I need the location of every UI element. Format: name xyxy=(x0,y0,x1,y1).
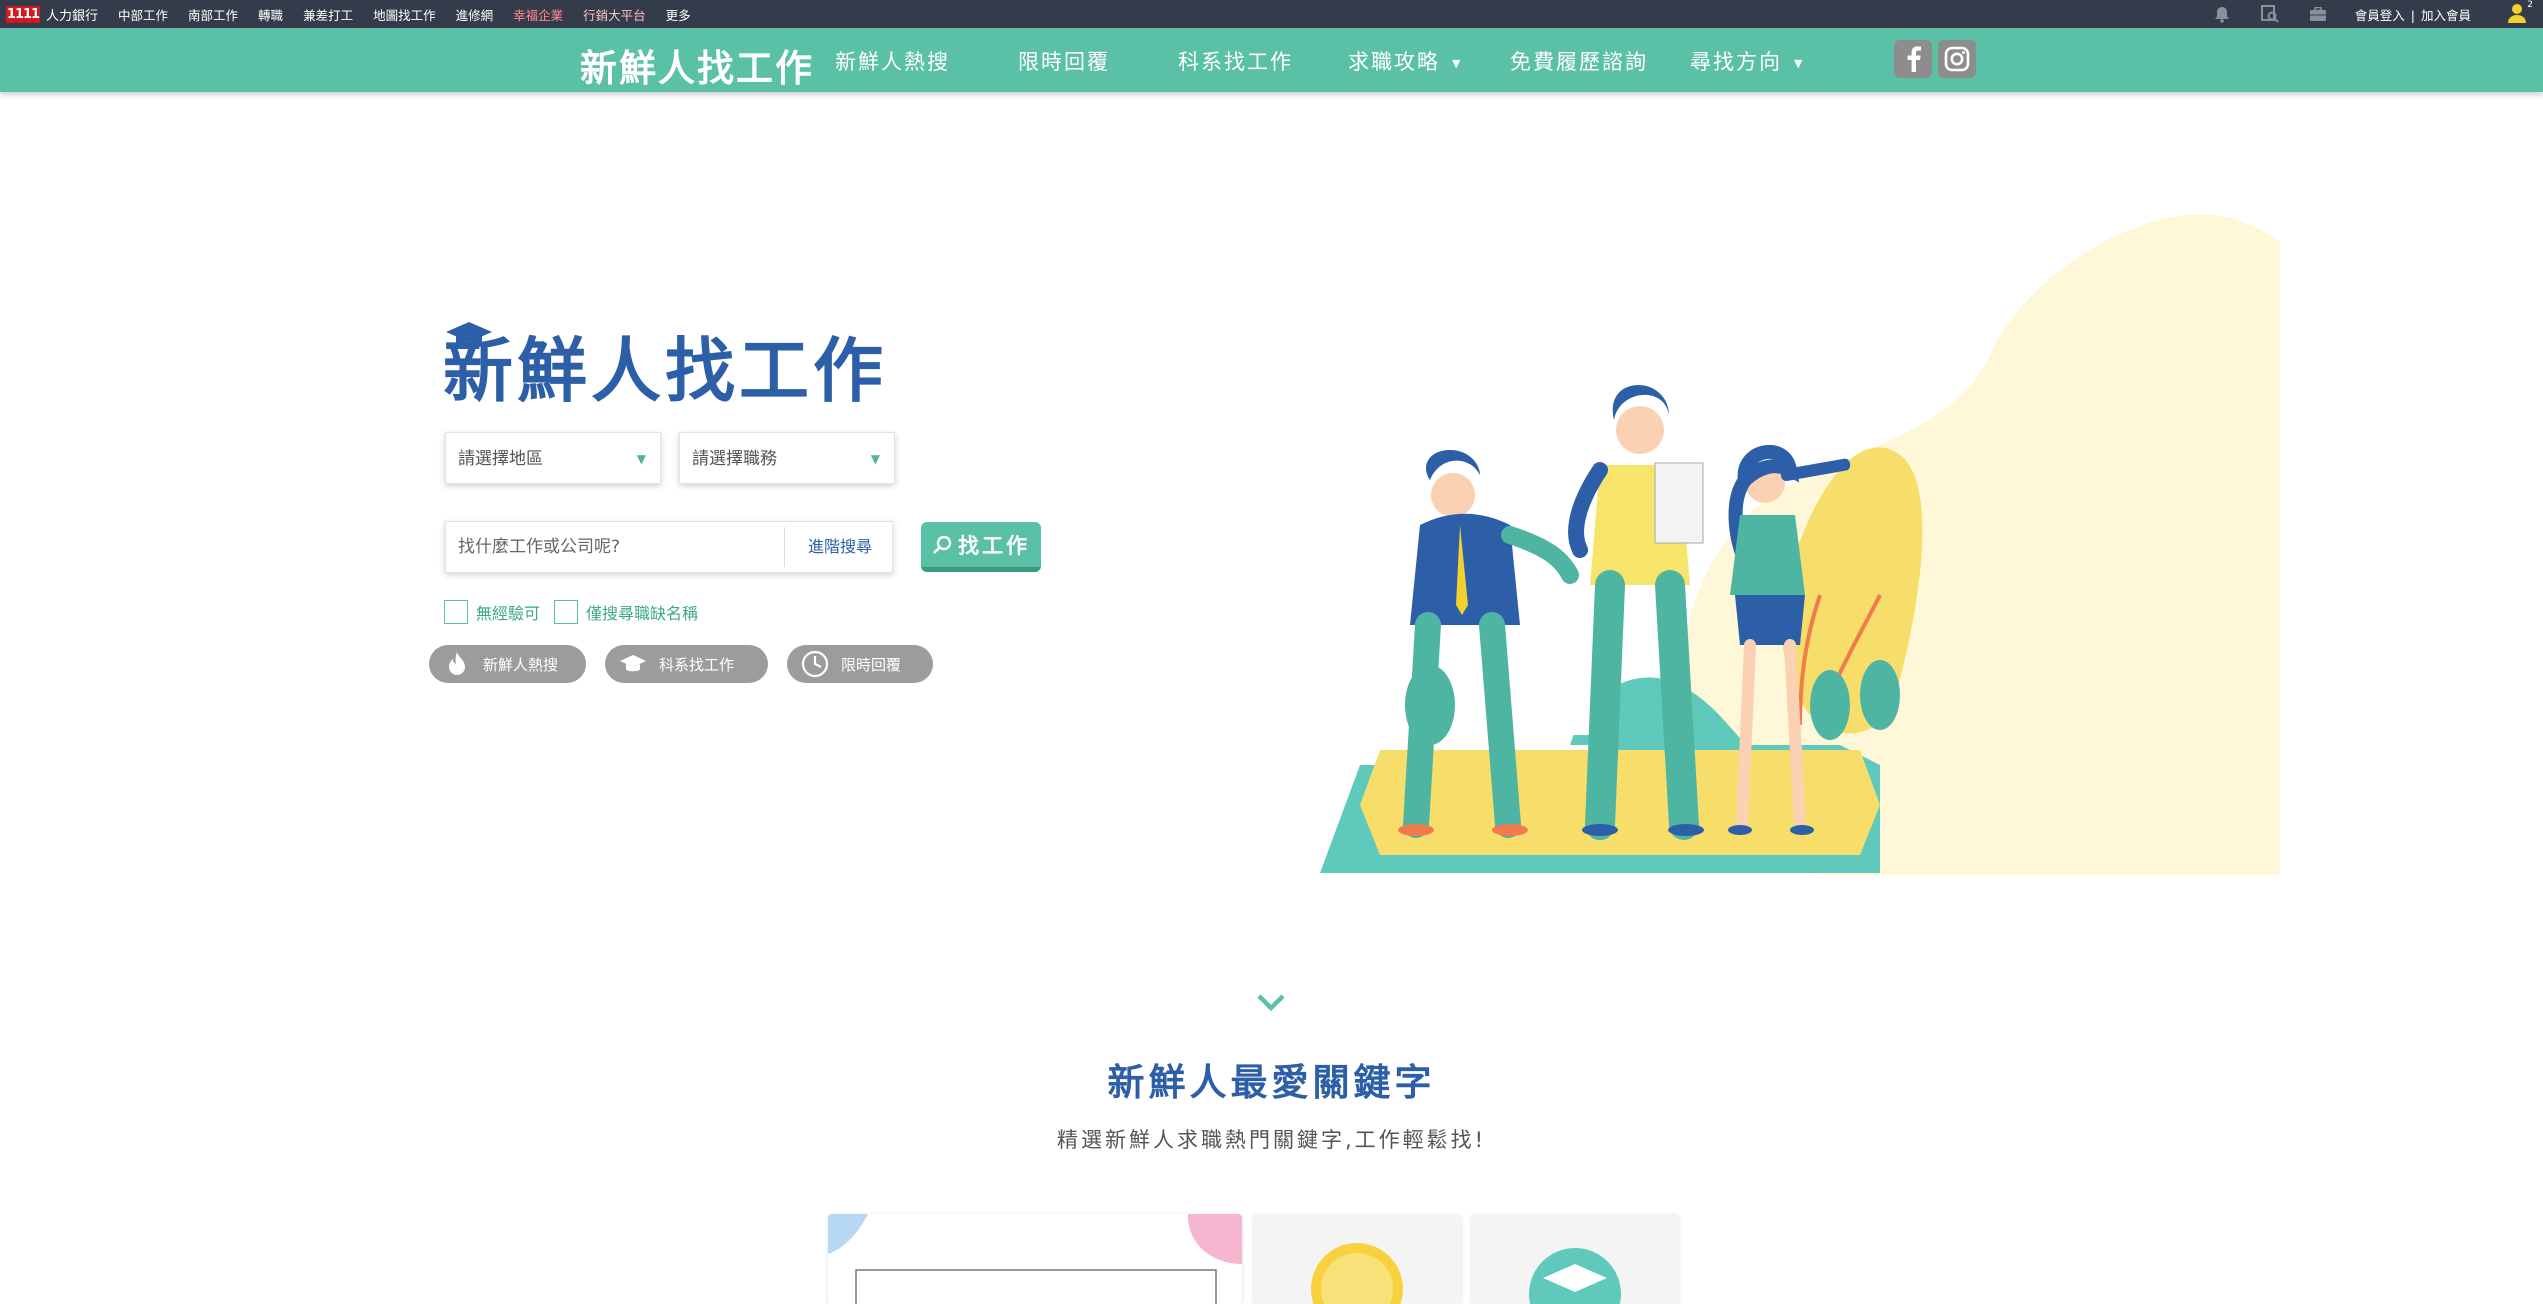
job-select[interactable]: 請選擇職務 ▼ xyxy=(679,432,895,484)
main-nav: 新鮮人找工作 新鮮人熱搜 限時回覆 科系找工作 求職攻略 ▼ 免費履歷諮詢 尋找方… xyxy=(0,28,2543,92)
top-right-tools: 會員登入 | 加入會員 2 xyxy=(2211,0,2543,28)
search-box: 進階搜尋 xyxy=(445,521,893,573)
clock-icon xyxy=(801,650,829,678)
pill-label: 新鮮人熱搜 xyxy=(483,655,559,674)
nav-label: 新鮮人熱搜 xyxy=(835,50,950,74)
card-graphic xyxy=(828,1214,1242,1304)
nav-label: 科系找工作 xyxy=(1178,50,1293,74)
search-icon xyxy=(933,535,952,554)
graduation-cap-icon xyxy=(446,322,492,348)
top-link-happy-company[interactable]: 幸福企業 xyxy=(513,5,563,24)
no-experience-checkbox[interactable]: 無經驗可 xyxy=(444,600,540,624)
checkbox-box[interactable] xyxy=(444,600,468,624)
top-link-part-time[interactable]: 兼差打工 xyxy=(303,5,353,24)
instagram-icon[interactable] xyxy=(1938,40,1976,78)
top-link-central[interactable]: 中部工作 xyxy=(118,5,168,24)
checkbox-box[interactable] xyxy=(554,600,578,624)
nav-item-major-jobs[interactable]: 科系找工作 xyxy=(1178,46,1293,76)
facebook-icon[interactable] xyxy=(1894,40,1932,78)
chevron-down-icon[interactable] xyxy=(1255,990,1287,1014)
pill-quick-reply[interactable]: 限時回覆 xyxy=(787,645,933,683)
top-link-more[interactable]: 更多 xyxy=(666,5,691,24)
chevron-down-icon: ▼ xyxy=(870,452,880,466)
nav-item-find-direction[interactable]: 尋找方向 ▼ xyxy=(1690,46,1804,76)
site-logo[interactable]: 1111 人力銀行 xyxy=(6,0,98,28)
coin-icon xyxy=(1311,1243,1403,1304)
top-link-map-search[interactable]: 地圖找工作 xyxy=(373,5,436,24)
find-job-label: 找工作 xyxy=(958,533,1030,558)
keyword-card[interactable] xyxy=(828,1214,1242,1304)
top-link-south[interactable]: 南部工作 xyxy=(188,5,238,24)
login-link[interactable]: 會員登入 xyxy=(2355,8,2405,23)
hero-illustration xyxy=(1320,214,2280,875)
top-link-career-change[interactable]: 轉職 xyxy=(258,5,283,24)
nav-item-job-guide[interactable]: 求職攻略 ▼ xyxy=(1348,46,1462,76)
briefcase-icon[interactable] xyxy=(2307,3,2329,25)
area-select[interactable]: 請選擇地區 ▼ xyxy=(445,432,661,484)
section-subtitle: 精選新鮮人求職熱門關鍵字,工作輕鬆找! xyxy=(1056,1128,1487,1152)
nav-label: 求職攻略 xyxy=(1348,50,1440,74)
chevron-down-icon: ▼ xyxy=(1794,56,1805,70)
logo-mark: 1111 xyxy=(6,5,40,23)
graduation-badge-icon xyxy=(1529,1248,1621,1304)
nav-label: 免費履歷諮詢 xyxy=(1510,50,1648,74)
top-link-education[interactable]: 進修網 xyxy=(456,5,494,24)
pill-label: 限時回覆 xyxy=(841,655,902,674)
fire-icon xyxy=(443,650,471,678)
user-icon[interactable]: 2 xyxy=(2507,0,2533,25)
chevron-down-icon: ▼ xyxy=(636,452,646,466)
nav-logo[interactable]: 新鮮人找工作 xyxy=(580,38,814,92)
job-select-value: 請選擇職務 xyxy=(692,449,777,469)
pill-label: 科系找工作 xyxy=(659,655,735,674)
top-utility-bar: 1111 人力銀行 中部工作 南部工作 轉職 兼差打工 地圖找工作 進修網 幸福… xyxy=(0,0,2543,28)
keyword-card[interactable] xyxy=(1254,1214,1461,1304)
hero-title: 新鮮人找工作 xyxy=(443,330,887,412)
nav-item-resume-consult[interactable]: 免費履歷諮詢 xyxy=(1510,46,1648,76)
top-links: 中部工作 南部工作 轉職 兼差打工 地圖找工作 進修網 幸福企業 行銷大平台 更… xyxy=(118,5,711,24)
nav-label: 尋找方向 xyxy=(1690,50,1782,74)
graduation-cap-icon xyxy=(619,650,647,678)
section-title: 新鮮人最愛關鍵字 xyxy=(1107,1061,1436,1104)
bell-icon[interactable] xyxy=(2211,3,2233,25)
search-input[interactable] xyxy=(446,522,784,572)
member-separator: | xyxy=(2410,7,2415,23)
top-link-marketing[interactable]: 行銷大平台 xyxy=(583,5,646,24)
nav-item-hot-search[interactable]: 新鮮人熱搜 xyxy=(835,46,950,76)
member-links: 會員登入 | 加入會員 xyxy=(2355,5,2471,24)
pill-hot-search[interactable]: 新鮮人熱搜 xyxy=(429,645,586,683)
user-badge: 2 xyxy=(2527,0,2533,10)
search-doc-icon[interactable] xyxy=(2259,3,2281,25)
search-divider xyxy=(784,527,785,567)
area-select-value: 請選擇地區 xyxy=(458,449,543,469)
keyword-card[interactable] xyxy=(1472,1214,1679,1304)
pill-major-jobs[interactable]: 科系找工作 xyxy=(605,645,768,683)
checkbox-label: 無經驗可 xyxy=(476,604,541,623)
advanced-search-link[interactable]: 進階搜尋 xyxy=(792,522,888,572)
nav-label: 限時回覆 xyxy=(1018,50,1110,74)
checkbox-label: 僅搜尋職缺名稱 xyxy=(586,604,699,623)
find-job-button[interactable]: 找工作 xyxy=(921,522,1041,572)
chevron-down-icon: ▼ xyxy=(1452,56,1463,70)
nav-item-quick-reply[interactable]: 限時回覆 xyxy=(1018,46,1110,76)
title-only-checkbox[interactable]: 僅搜尋職缺名稱 xyxy=(554,600,698,624)
brand-name: 人力銀行 xyxy=(46,8,99,24)
join-link[interactable]: 加入會員 xyxy=(2421,8,2471,23)
